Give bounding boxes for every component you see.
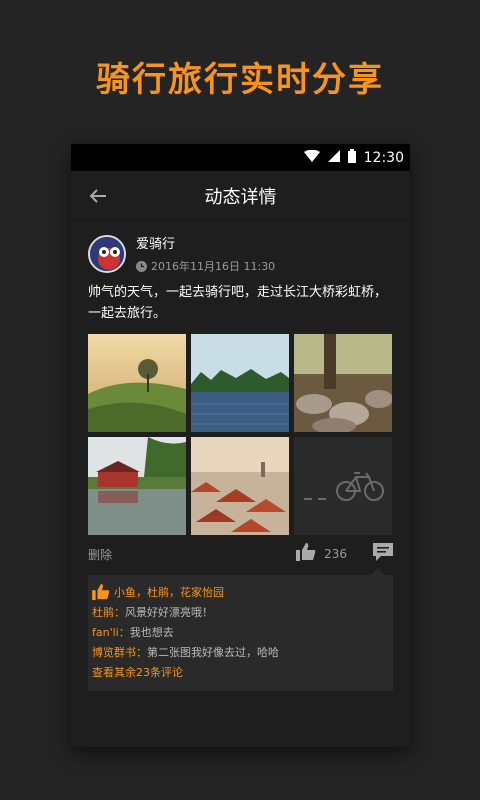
golden-hill-photo[interactable] [88, 334, 186, 432]
signal-icon [327, 149, 340, 166]
app-bar: 动态详情 [71, 171, 410, 221]
view-more-comments-link[interactable]: 查看其余23条评论 [92, 663, 389, 683]
back-arrow-icon [89, 189, 106, 203]
page: 骑行旅行实时分享 12:30 动态详情 爱骑行 2016年11月16日 11:3… [0, 0, 480, 800]
comment-text: 我也想去 [129, 626, 174, 639]
page-title: 动态详情 [204, 186, 277, 208]
likers-names[interactable]: 小鱼，杜鹃，花家怡园 [114, 584, 224, 600]
comment-button[interactable] [373, 543, 393, 565]
back-button[interactable] [85, 183, 111, 209]
comment-author[interactable]: 博览群书： [92, 646, 147, 659]
thumbs-up-icon [296, 543, 316, 561]
promo-title: 骑行旅行实时分享 [96, 60, 384, 100]
red-roof-town-photo[interactable] [191, 437, 289, 535]
comment-author[interactable]: 杜鹃： [92, 606, 125, 619]
thumbs-up-icon [92, 584, 110, 600]
comment-item[interactable]: 杜鹃：风景好好漂亮哦！ [92, 603, 389, 623]
lake-photo[interactable] [191, 334, 289, 432]
likers-row: 小鱼，杜鹃，花家怡园 [92, 581, 389, 603]
comment-icon [373, 543, 393, 561]
rocky-forest-photo[interactable] [294, 334, 392, 432]
phone-screen: 12:30 动态详情 爱骑行 2016年11月16日 11:30 帅气的天气，一… [71, 144, 410, 747]
delete-button[interactable]: 删除 [88, 546, 112, 563]
post-actions: 删除 236 [88, 543, 393, 565]
like-count: 236 [324, 547, 347, 561]
comment-item[interactable]: fan'li：我也想去 [92, 623, 389, 643]
post-time-text: 2016年11月16日 11:30 [151, 260, 276, 273]
status-time: 12:30 [363, 149, 404, 166]
post-author: 爱骑行 2016年11月16日 11:30 [88, 233, 393, 274]
comment-text: 第二张图我好像去过，哈哈 [147, 646, 279, 659]
author-name[interactable]: 爱骑行 [136, 233, 275, 252]
wifi-icon [303, 149, 320, 166]
post-text: 帅气的天气，一起去骑行吧，走过长江大桥彩虹桥，一起去旅行。 [88, 285, 388, 321]
avatar[interactable] [88, 234, 126, 273]
red-house-lake-photo[interactable] [88, 437, 186, 535]
post-card: 爱骑行 2016年11月16日 11:30 帅气的天气，一起去骑行吧，走过长江大… [71, 233, 410, 691]
bicycle-placeholder[interactable] [294, 437, 392, 535]
comment-author[interactable]: fan'li： [92, 626, 130, 639]
like-button[interactable] [296, 543, 316, 565]
battery-icon [347, 148, 356, 167]
status-bar: 12:30 [71, 144, 410, 171]
photo-grid [88, 334, 393, 535]
comment-text: 风景好好漂亮哦！ [125, 606, 213, 619]
comments-box: 小鱼，杜鹃，花家怡园 杜鹃：风景好好漂亮哦！ fan'li：我也想去 博览群书：… [88, 568, 393, 691]
clock-icon [136, 260, 147, 272]
comment-item[interactable]: 博览群书：第二张图我好像去过，哈哈 [92, 643, 389, 663]
post-time: 2016年11月16日 11:30 [136, 258, 275, 274]
